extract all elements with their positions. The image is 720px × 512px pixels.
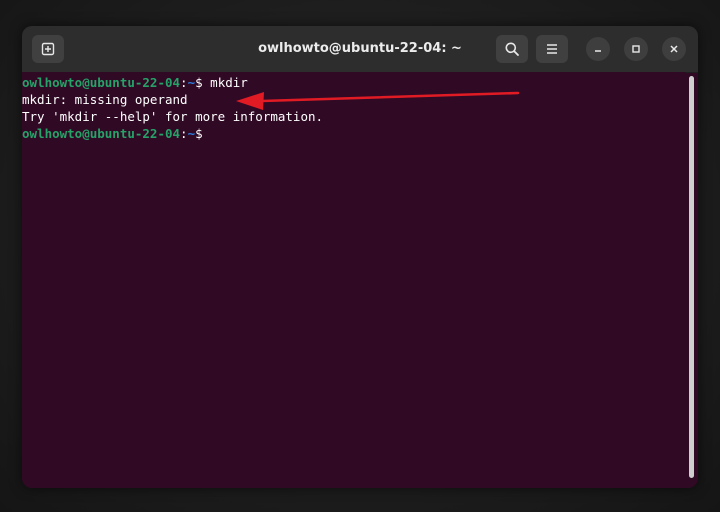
terminal-line-prompt: owlhowto@ubuntu-22-04:~$ mkdir: [22, 74, 686, 91]
prompt-symbol: $: [195, 126, 211, 141]
title-bar: owlhowto@ubuntu-22-04: ~: [22, 26, 698, 73]
minimize-button[interactable]: [586, 37, 610, 61]
maximize-button[interactable]: [624, 37, 648, 61]
prompt-user: owlhowto@ubuntu-22-04: [22, 126, 181, 141]
search-icon: [505, 42, 519, 56]
search-button[interactable]: [496, 35, 528, 63]
minimize-icon: [595, 50, 601, 52]
hamburger-menu-icon: [547, 44, 557, 54]
terminal-window: owlhowto@ubuntu-22-04: ~ owlhowto@ubuntu…: [22, 26, 698, 488]
prompt-path: ~: [187, 126, 196, 141]
prompt-user: owlhowto@ubuntu-22-04: [22, 75, 181, 90]
typed-command: mkdir: [210, 75, 248, 90]
prompt-path: ~: [187, 75, 196, 90]
terminal-line-prompt: owlhowto@ubuntu-22-04:~$: [22, 125, 686, 142]
prompt-separator: :: [180, 75, 188, 90]
prompt-symbol: $: [195, 75, 211, 90]
new-tab-icon: [41, 42, 55, 56]
terminal-output[interactable]: owlhowto@ubuntu-22-04:~$ mkdir mkdir: mi…: [22, 72, 686, 488]
prompt-separator: :: [180, 126, 188, 141]
new-tab-button[interactable]: [32, 35, 64, 63]
maximize-icon: [632, 45, 640, 53]
terminal-line-hint: Try 'mkdir --help' for more information.: [22, 109, 324, 124]
close-icon: [670, 45, 678, 53]
menu-button[interactable]: [536, 35, 568, 63]
vertical-scrollbar[interactable]: [689, 76, 694, 478]
close-button[interactable]: [662, 37, 686, 61]
terminal-line-error: mkdir: missing operand: [22, 92, 188, 107]
